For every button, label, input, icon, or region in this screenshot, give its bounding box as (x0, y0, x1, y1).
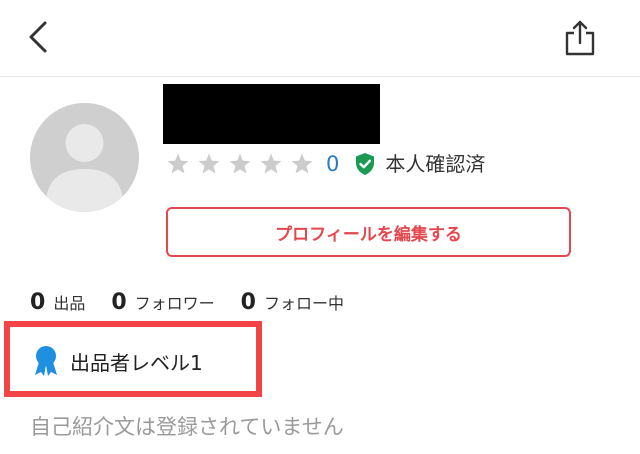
verified-label: 本人確認済 (385, 152, 486, 176)
back-button[interactable] (18, 14, 58, 60)
star-icon (290, 152, 314, 176)
stat-label: フォロー中 (263, 294, 344, 313)
seller-level[interactable]: 出品者レベル1 (32, 345, 203, 377)
stat-value: 0 (111, 290, 127, 315)
user-name-redacted (163, 84, 380, 144)
stat-listings[interactable]: 0 出品 (30, 290, 85, 315)
shield-check-icon (353, 152, 377, 176)
rating-row[interactable]: 0 本人確認済 (166, 150, 485, 178)
stat-followers[interactable]: 0 フォロワー (111, 290, 214, 315)
edit-profile-button[interactable]: プロフィールを編集する (166, 207, 571, 257)
stat-label: 出品 (53, 294, 86, 313)
chevron-left-icon (29, 21, 47, 53)
star-icon (259, 152, 283, 176)
avatar[interactable] (30, 103, 139, 212)
star-icon (166, 152, 190, 176)
stat-value: 0 (240, 290, 256, 315)
stat-value: 0 (30, 290, 46, 315)
star-icon (228, 152, 252, 176)
header-bar (0, 0, 640, 77)
stat-following[interactable]: 0 フォロー中 (241, 290, 344, 315)
share-button[interactable] (556, 14, 604, 62)
share-icon (565, 20, 595, 56)
star-icon (197, 152, 221, 176)
profile-page: 0 本人確認済 プロフィールを編集する 0 出品 0 フォロワー 0 フォロー中 (0, 0, 640, 454)
stats-row: 0 出品 0 フォロワー 0 フォロー中 (30, 290, 370, 318)
rating-count: 0 (326, 152, 340, 176)
stat-label: フォロワー (134, 294, 215, 313)
user-silhouette-icon (30, 103, 139, 212)
bio-text: 自己紹介文は登録されていません (30, 415, 344, 439)
medal-icon (32, 345, 60, 377)
seller-level-label: 出品者レベル1 (70, 350, 203, 375)
